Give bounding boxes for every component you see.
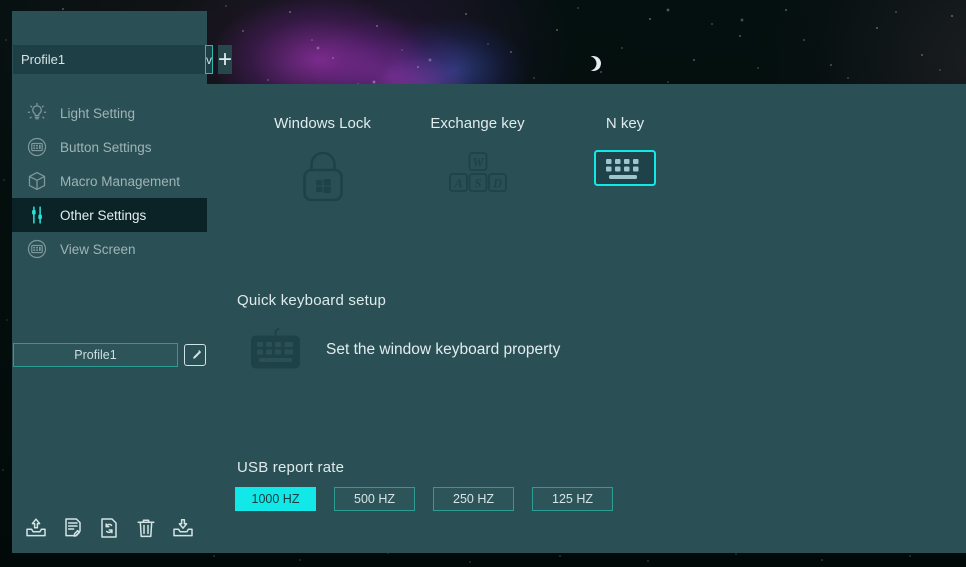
sidebar-nav: Light Setting Button Settings Macro Mana… xyxy=(12,96,207,266)
sidebar-item-view-screen[interactable]: View Screen xyxy=(12,232,207,266)
keyboard-icon[interactable] xyxy=(594,150,656,186)
profile-selector: v + xyxy=(12,45,233,74)
cube-box-icon xyxy=(24,168,50,194)
profile-name-row: Profile1 xyxy=(12,343,207,367)
quick-setup-label: Set the window keyboard property xyxy=(326,340,561,358)
import-tray-down-icon[interactable] xyxy=(169,514,197,542)
toggle-label: N key xyxy=(605,115,645,132)
toggle-windows-lock: Windows Lock xyxy=(245,115,400,204)
chevron-down-icon[interactable]: v xyxy=(205,45,213,74)
sidebar-item-label: Light Setting xyxy=(60,105,136,121)
wasd-keys-icon[interactable]: W A S D xyxy=(446,150,510,200)
usb-report-rate-options: 1000 HZ 500 HZ 250 HZ 125 HZ xyxy=(235,487,613,511)
export-tray-up-icon[interactable] xyxy=(22,514,50,542)
toggle-label: Windows Lock xyxy=(274,115,371,132)
sidebar-item-light-setting[interactable]: Light Setting xyxy=(12,96,207,130)
plus-icon[interactable]: + xyxy=(218,45,233,74)
svg-text:W: W xyxy=(472,156,484,170)
sidebar-item-label: Button Settings xyxy=(60,139,152,155)
quick-setup-row[interactable]: Set the window keyboard property xyxy=(247,327,560,372)
keypad-circle-icon xyxy=(24,134,50,160)
toggle-exchange-key: Exchange key W A S D xyxy=(400,115,555,204)
sidebar-toolbar xyxy=(12,509,207,553)
sidebar-item-other-settings[interactable]: Other Settings xyxy=(12,198,207,232)
quick-setup-title: Quick keyboard setup xyxy=(237,292,387,309)
svg-text:D: D xyxy=(491,177,501,191)
profile-name-button[interactable]: Profile1 xyxy=(13,343,178,367)
rate-option-250hz[interactable]: 250 HZ xyxy=(433,487,514,511)
sliders-icon xyxy=(24,202,50,228)
rate-option-125hz[interactable]: 125 HZ xyxy=(532,487,613,511)
toggle-label: Exchange key xyxy=(430,115,525,132)
toggle-n-key: N key xyxy=(555,115,695,204)
sidebar-item-label: View Screen xyxy=(60,241,136,257)
rate-option-1000hz[interactable]: 1000 HZ xyxy=(235,487,316,511)
sidebar: v + Light Setting xyxy=(12,11,233,553)
sidebar-item-label: Macro Management xyxy=(60,173,181,189)
sidebar-item-macro-management[interactable]: Macro Management xyxy=(12,164,207,198)
usb-report-rate-title: USB report rate xyxy=(237,459,345,476)
trash-delete-icon[interactable] xyxy=(132,514,160,542)
document-edit-icon[interactable] xyxy=(59,514,87,542)
main-panel: Windows Lock Exchange key W A S D N key … xyxy=(207,84,966,553)
keypad-circle-icon xyxy=(24,236,50,262)
app-window: v + Light Setting xyxy=(12,11,966,553)
padlock-windows-icon[interactable] xyxy=(298,150,348,204)
svg-text:A: A xyxy=(453,177,462,191)
keyboard-filled-icon xyxy=(247,327,304,372)
profile-input[interactable] xyxy=(13,45,205,74)
toggles-row: Windows Lock Exchange key W A S D N key xyxy=(245,115,695,204)
edit-pencil-square-icon[interactable] xyxy=(184,344,206,366)
sidebar-item-button-settings[interactable]: Button Settings xyxy=(12,130,207,164)
svg-text:S: S xyxy=(474,177,481,191)
sidebar-item-label: Other Settings xyxy=(60,207,147,223)
document-sync-icon[interactable] xyxy=(95,514,123,542)
lightbulb-icon xyxy=(24,100,50,126)
rate-option-500hz[interactable]: 500 HZ xyxy=(334,487,415,511)
